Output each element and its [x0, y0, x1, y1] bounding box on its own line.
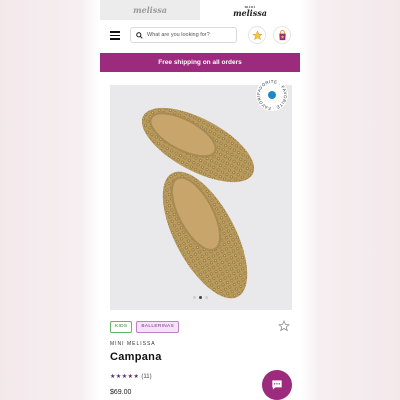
product-image[interactable] [110, 85, 292, 310]
tag-ballerinas[interactable]: BALLERINAS [136, 321, 180, 333]
brand-tabs: melissa mini melissa [100, 0, 300, 20]
wishlist-button[interactable] [248, 26, 266, 44]
rating-stars: ★★★★★ [110, 374, 140, 380]
star-icon [251, 29, 263, 40]
chat-icon [272, 380, 282, 390]
gallery-dot-active[interactable] [198, 296, 202, 299]
product-tags: KIDS BALLERINAS [110, 321, 180, 333]
gallery-dot[interactable] [204, 296, 208, 299]
brand-tab-mini-melissa[interactable]: mini melissa [200, 0, 300, 20]
search-box[interactable] [130, 27, 237, 43]
search-icon [136, 31, 143, 39]
shopping-bag-icon [278, 29, 286, 40]
review-count: (11) [141, 373, 152, 380]
brand-tab-label: melissa [233, 8, 267, 18]
header [100, 20, 300, 50]
favorite-star-icon[interactable] [278, 320, 290, 332]
favorite-badge: FAVORITE · FAVORITE · FAVORITE · [253, 74, 289, 112]
tag-kids[interactable]: KIDS [110, 321, 133, 333]
product-rating[interactable]: ★★★★★ (11) [110, 373, 152, 381]
product-price: $69.00 [110, 389, 132, 396]
phone-screen: melissa mini melissa What are you lookin… [100, 0, 300, 400]
cart-button[interactable] [273, 26, 291, 44]
gallery-dot[interactable] [192, 296, 196, 299]
menu-icon[interactable] [110, 31, 120, 40]
shipping-banner: Free shipping on all orders [100, 53, 300, 72]
search-input[interactable] [147, 32, 233, 38]
banner-text: Free shipping on all orders [158, 59, 242, 66]
product-name: Campana [110, 351, 162, 363]
shoes-illustration [141, 107, 255, 299]
brand-tab-label: melissa [133, 5, 167, 15]
brand-tab-melissa[interactable]: melissa [100, 0, 200, 20]
chat-button[interactable] [262, 370, 292, 400]
gallery-dots [100, 296, 300, 299]
product-brand: MINI MELISSA [110, 341, 156, 347]
